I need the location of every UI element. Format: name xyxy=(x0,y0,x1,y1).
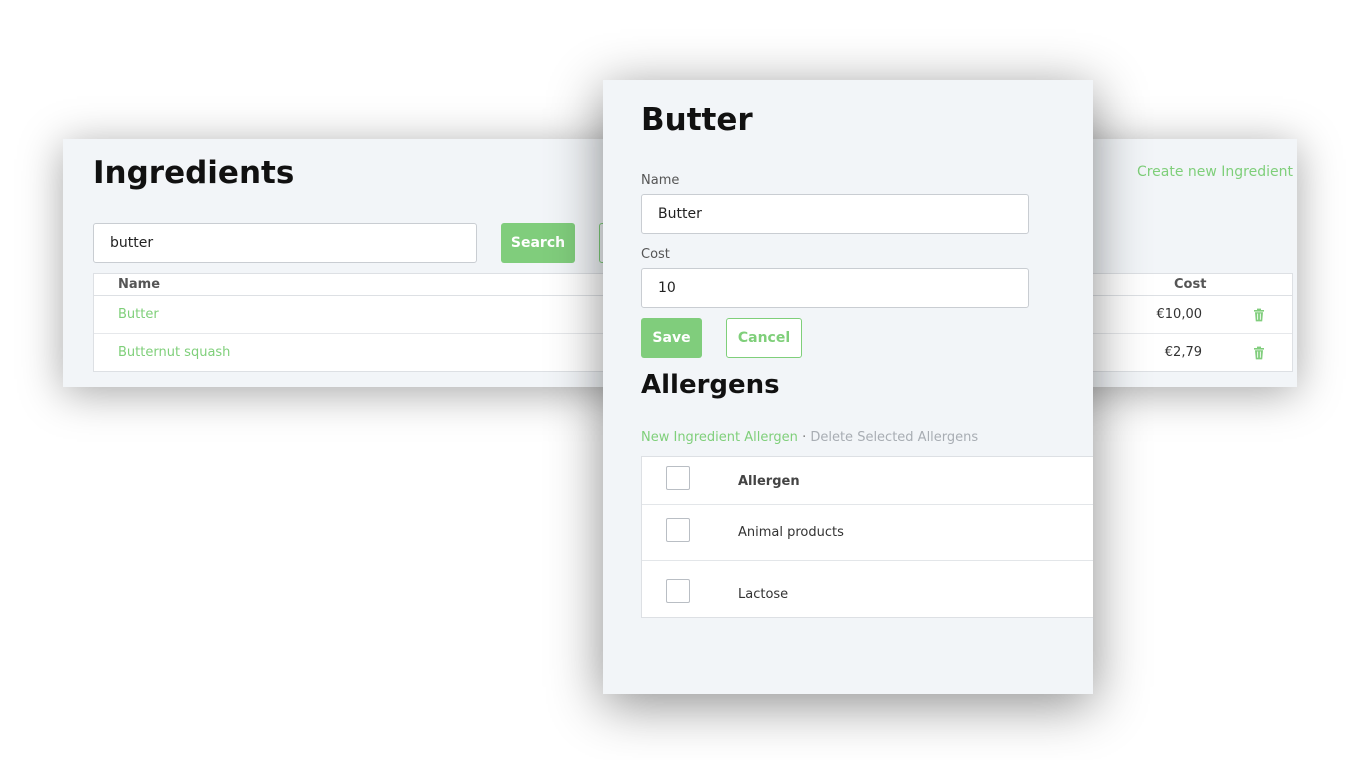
column-header-name: Name xyxy=(118,277,161,292)
ingredient-cost: €10,00 xyxy=(1156,307,1203,322)
name-field[interactable]: Butter xyxy=(641,194,1029,234)
row-checkbox[interactable] xyxy=(666,518,690,542)
page-title: Ingredients xyxy=(93,155,295,191)
search-input[interactable]: butter xyxy=(93,223,477,263)
allergens-heading: Allergens xyxy=(641,370,780,400)
column-header-allergen: Allergen xyxy=(738,474,800,489)
name-label: Name xyxy=(641,173,680,188)
allergen-name: Animal products xyxy=(738,525,844,540)
allergen-name: Lactose xyxy=(738,587,789,602)
create-ingredient-link[interactable]: Create new Ingredient xyxy=(1137,164,1293,180)
column-header-cost: Cost xyxy=(1174,277,1207,292)
select-all-checkbox[interactable] xyxy=(666,466,690,490)
row-checkbox[interactable] xyxy=(666,579,690,603)
table-row: Lactose xyxy=(642,561,1093,618)
trash-icon[interactable] xyxy=(1252,308,1266,322)
new-allergen-link[interactable]: New Ingredient Allergen xyxy=(641,430,798,445)
stage: Ingredients Create new Ingredient butter… xyxy=(0,0,1364,760)
modal-title: Butter xyxy=(641,102,753,138)
save-button[interactable]: Save xyxy=(641,318,702,358)
edit-ingredient-modal: Butter Name Butter Cost 10 Save Cancel A… xyxy=(603,80,1093,694)
cost-label: Cost xyxy=(641,247,670,262)
allergen-actions: New Ingredient Allergen · Delete Selecte… xyxy=(641,430,978,445)
separator: · xyxy=(802,430,807,445)
trash-icon[interactable] xyxy=(1252,346,1266,360)
cancel-button[interactable]: Cancel xyxy=(726,318,802,358)
ingredient-name-link[interactable]: Butter xyxy=(118,307,159,322)
cost-field[interactable]: 10 xyxy=(641,268,1029,308)
allergens-table: Allergen Animal products Lactose xyxy=(641,456,1093,618)
delete-selected-allergens-link[interactable]: Delete Selected Allergens xyxy=(810,430,978,445)
allergens-table-header: Allergen xyxy=(642,457,1093,505)
ingredient-cost: €2,79 xyxy=(1164,345,1202,360)
table-row: Animal products xyxy=(642,505,1093,561)
ingredient-name-link[interactable]: Butternut squash xyxy=(118,345,230,360)
search-button[interactable]: Search xyxy=(501,223,575,263)
